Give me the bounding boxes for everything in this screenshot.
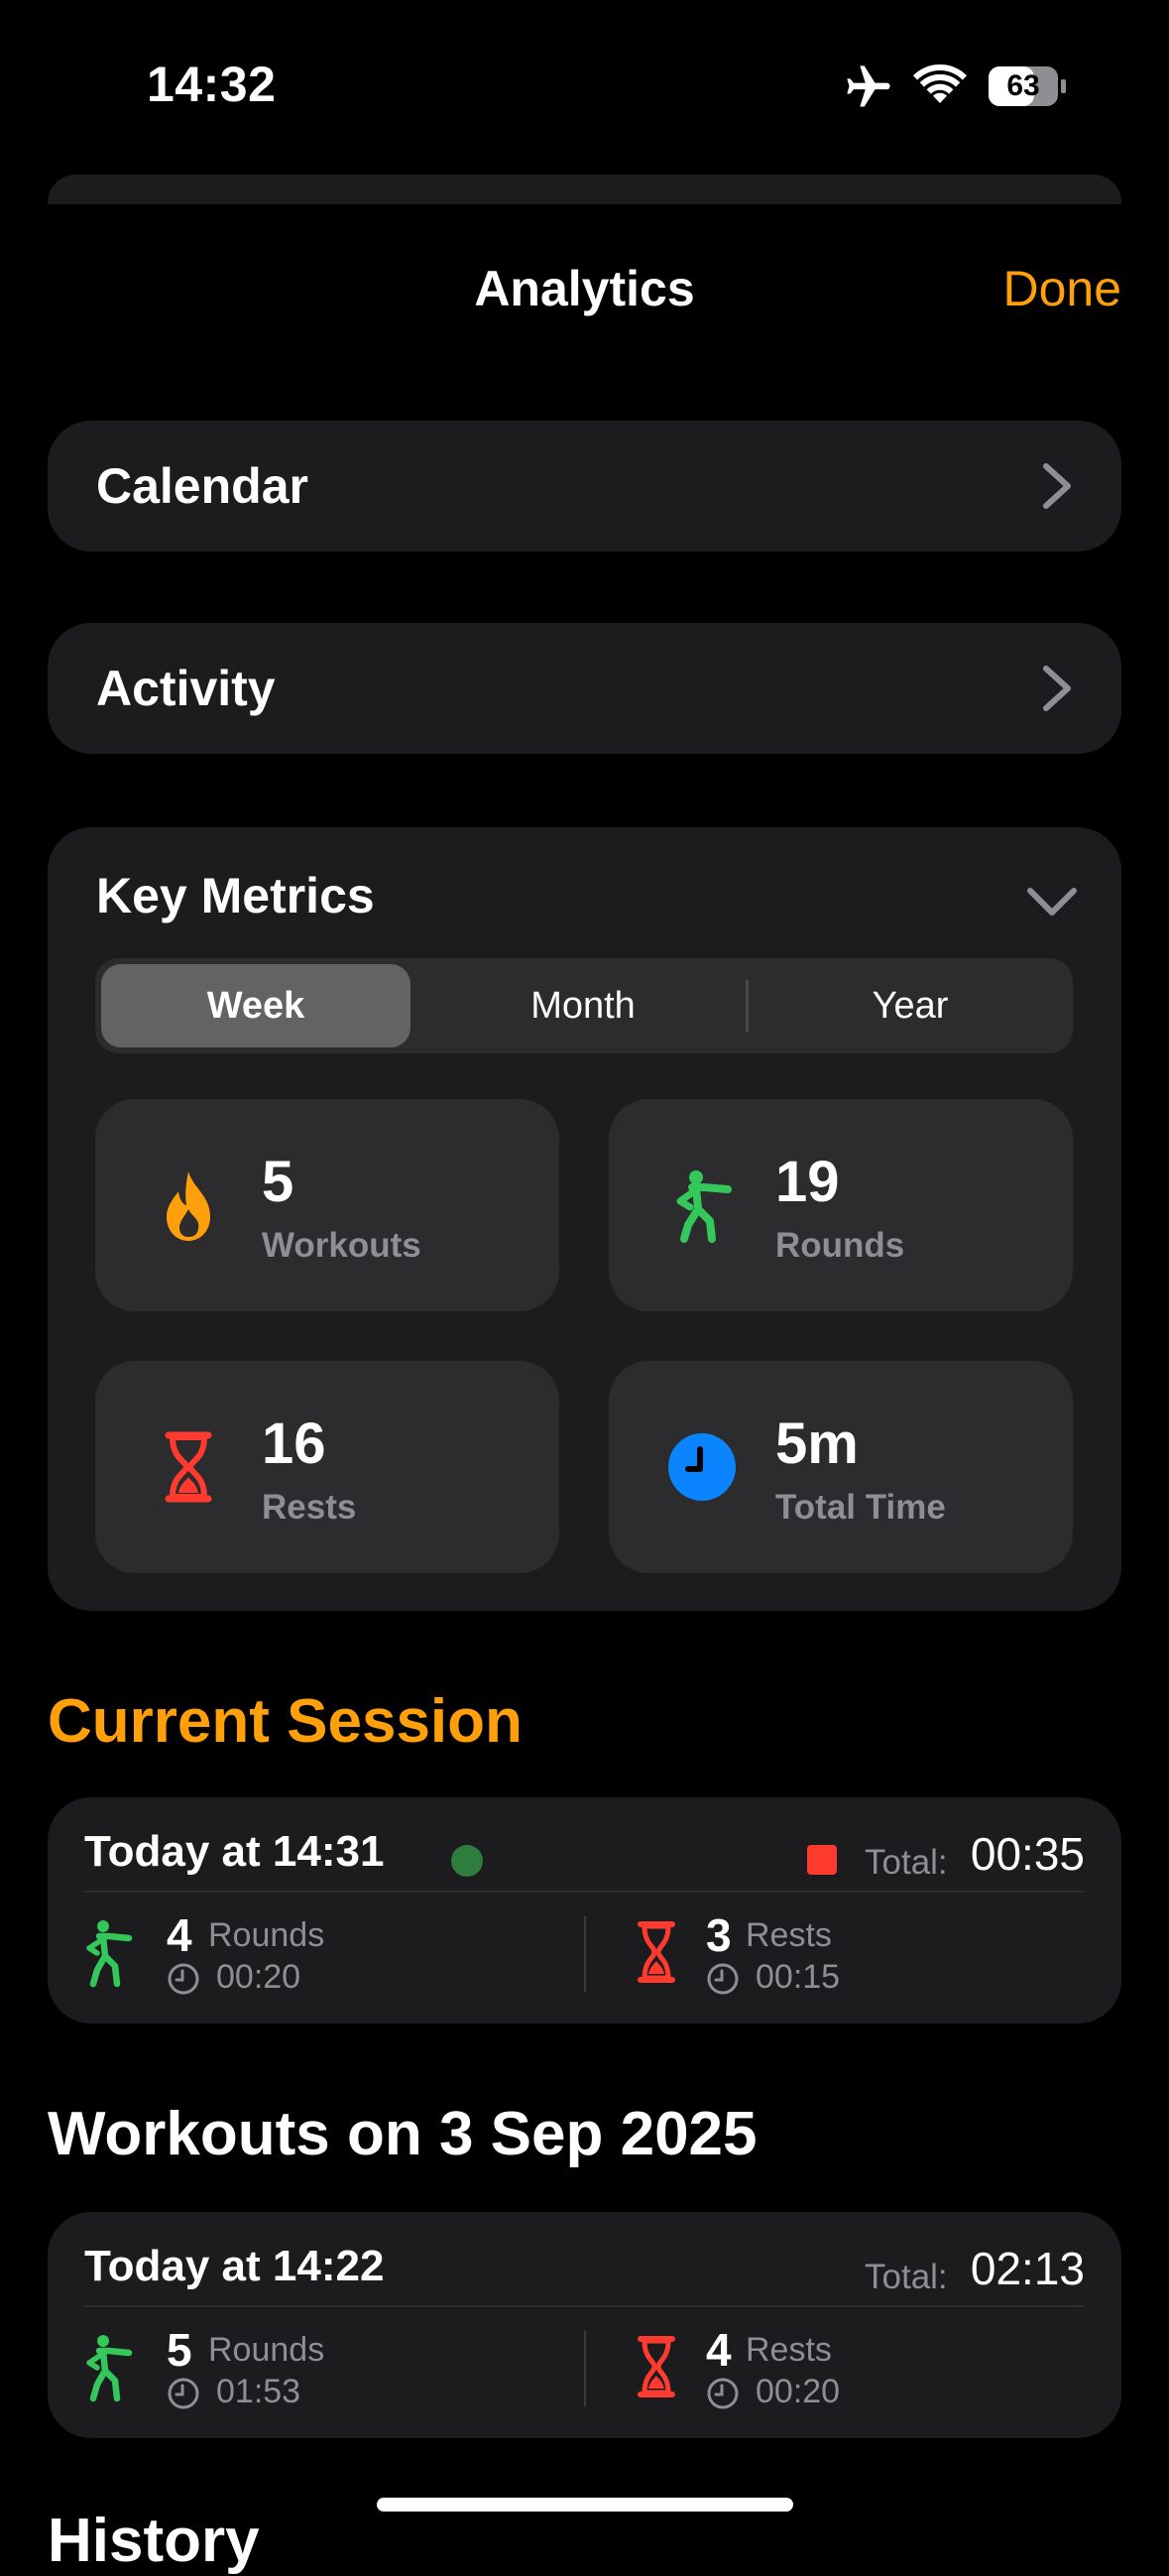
hourglass-icon <box>638 1921 675 1983</box>
metric-rounds: 19 Rounds <box>609 1099 1073 1311</box>
metric-workouts: 5 Workouts <box>95 1099 559 1311</box>
flame-icon <box>167 1171 210 1241</box>
segment-month[interactable]: Month <box>428 964 738 1047</box>
status-time: 14:32 <box>147 57 277 112</box>
workout-rests-count: 4 <box>706 2324 732 2376</box>
boxer-icon <box>86 2335 133 2402</box>
vertical-divider <box>584 1916 586 1992</box>
activity-label: Activity <box>96 661 276 716</box>
clock-icon <box>168 2378 199 2409</box>
rounds-label: Rounds <box>775 1226 905 1265</box>
metric-total-time: 5m Total Time <box>609 1361 1073 1573</box>
session-rounds-label: Rounds <box>208 1916 325 1954</box>
workout-rounds-time: 01:53 <box>216 2373 301 2410</box>
session-rounds-time: 00:20 <box>216 1958 301 1996</box>
rounds-value: 19 <box>775 1150 840 1214</box>
boxer-icon <box>86 1920 133 1988</box>
workout-total-label: Total: <box>865 2258 948 2296</box>
metric-rests: 16 Rests <box>95 1361 559 1573</box>
segment-week[interactable]: Week <box>101 964 410 1047</box>
workouts-label: Workouts <box>262 1226 421 1265</box>
session-title: Today at 14:31 <box>84 1827 385 1876</box>
clock-icon <box>707 1963 739 1995</box>
session-rests-count: 3 <box>706 1909 732 1961</box>
hourglass-icon <box>638 2336 675 2397</box>
sheet-edge-mask <box>0 204 1169 264</box>
workout-rests-label: Rests <box>746 2331 832 2369</box>
session-rests-label: Rests <box>746 1916 832 1954</box>
wifi-icon <box>913 63 967 103</box>
key-metrics-title: Key Metrics <box>96 868 375 923</box>
current-session-heading: Current Session <box>48 1687 523 1756</box>
home-indicator[interactable] <box>377 2498 793 2512</box>
stop-icon[interactable] <box>807 1845 837 1875</box>
calendar-row[interactable]: Calendar <box>48 421 1121 552</box>
chevron-right-icon <box>1043 666 1071 711</box>
session-total-value: 00:35 <box>970 1828 1085 1880</box>
workout-rounds-label: Rounds <box>208 2331 325 2369</box>
divider <box>84 1891 1085 1893</box>
clock-icon <box>707 2378 739 2409</box>
clock-icon <box>668 1433 736 1501</box>
chevron-right-icon <box>1043 463 1071 509</box>
workouts-value: 5 <box>262 1150 294 1214</box>
workout-card[interactable]: Today at 14:22 Total: 02:13 5 Rounds 01:… <box>48 2212 1121 2438</box>
rests-value: 16 <box>262 1411 326 1476</box>
rests-label: Rests <box>262 1488 357 1527</box>
hourglass-icon <box>165 1431 212 1503</box>
activity-row[interactable]: Activity <box>48 623 1121 754</box>
segment-year[interactable]: Year <box>756 964 1065 1047</box>
workout-title: Today at 14:22 <box>84 2242 385 2290</box>
history-heading: History <box>48 2507 260 2575</box>
battery-indicator: 63 <box>988 65 1067 107</box>
session-rests-time: 00:15 <box>756 1958 841 1996</box>
vertical-divider <box>584 2331 586 2406</box>
battery-level: 63 <box>1006 69 1040 102</box>
airplane-mode-icon <box>847 65 890 107</box>
total-time-label: Total Time <box>775 1488 946 1527</box>
session-rounds-count: 4 <box>167 1909 192 1961</box>
workout-total-value: 02:13 <box>970 2243 1085 2294</box>
clock-icon <box>168 1963 199 1995</box>
workout-rounds-count: 5 <box>167 2324 192 2376</box>
boxer-icon <box>676 1170 732 1243</box>
segment-divider <box>746 980 749 1032</box>
divider <box>84 2305 1085 2307</box>
chevron-down-icon[interactable] <box>1026 887 1078 919</box>
total-time-value: 5m <box>775 1411 859 1476</box>
workout-rests-time: 00:20 <box>756 2373 841 2410</box>
calendar-label: Calendar <box>96 458 308 514</box>
period-segmented-control: Week Month Year <box>95 958 1073 1053</box>
workouts-date-heading: Workouts on 3 Sep 2025 <box>48 2100 758 2168</box>
session-total-label: Total: <box>865 1843 948 1882</box>
page-title: Analytics <box>474 261 695 316</box>
key-metrics-card: Key Metrics Week Month Year 5 Workouts 1… <box>48 827 1121 1611</box>
done-button[interactable]: Done <box>1002 260 1121 317</box>
live-indicator-dot <box>451 1845 483 1877</box>
current-session-card[interactable]: Today at 14:31 Total: 00:35 4 Rounds 00:… <box>48 1797 1121 2024</box>
